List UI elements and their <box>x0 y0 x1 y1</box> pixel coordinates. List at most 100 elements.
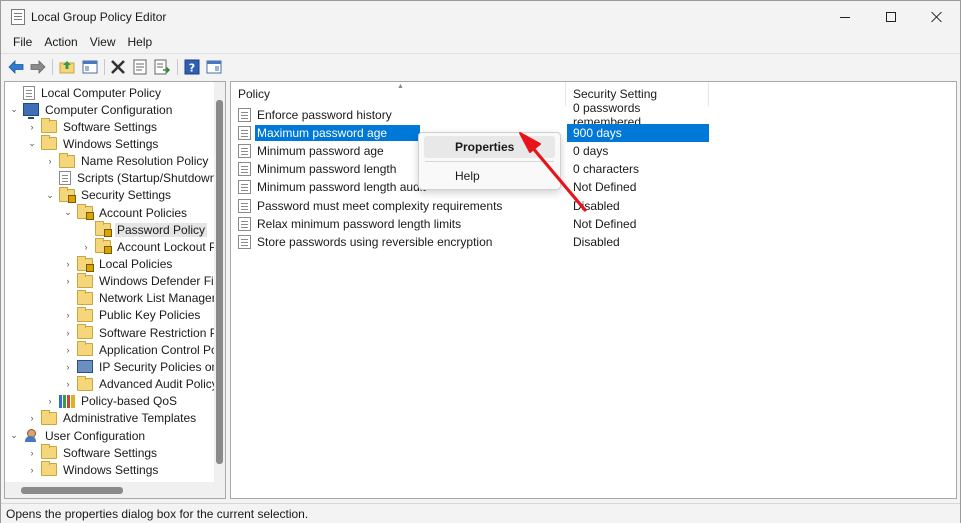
chevron-right-icon[interactable]: › <box>81 242 91 252</box>
tree-administrative-templates[interactable]: › Administrative Templates <box>27 409 198 427</box>
chevron-right-icon[interactable]: › <box>27 122 37 132</box>
svg-text:?: ? <box>189 62 195 75</box>
menu-view[interactable]: View <box>84 33 122 53</box>
maximize-icon <box>886 12 896 22</box>
security-folder-icon <box>95 238 112 255</box>
chevron-right-icon[interactable]: › <box>63 328 73 338</box>
view-pane-icon[interactable] <box>205 58 223 76</box>
export-list-icon[interactable] <box>153 58 171 76</box>
computer-icon <box>23 103 39 120</box>
policy-document-icon <box>238 162 251 177</box>
tree-item-label: Account Lockout P <box>117 239 218 254</box>
chevron-right-icon[interactable]: › <box>63 345 73 355</box>
chevron-down-icon[interactable]: ⌄ <box>45 190 55 201</box>
chevron-right-icon[interactable]: › <box>63 362 73 372</box>
tree-scripts[interactable]: Scripts (Startup/Shutdown <box>45 170 218 187</box>
tree-user-configuration[interactable]: ⌄ User Configuration <box>9 427 147 444</box>
policy-name: Password must meet complexity requiremen… <box>257 198 503 213</box>
tree-user-software-settings[interactable]: › Software Settings <box>27 444 159 461</box>
context-menu-help[interactable]: Help <box>424 165 555 187</box>
tree-windows-defender-firewall[interactable]: › Windows Defender Fir <box>63 272 220 290</box>
security-setting-value: 900 days <box>567 124 709 143</box>
security-setting-value: Not Defined <box>573 216 637 231</box>
forward-arrow-icon[interactable] <box>29 58 47 76</box>
tree-horizontal-scroll-thumb[interactable] <box>21 487 123 494</box>
policy-row[interactable]: Password must meet complexity requiremen… <box>231 197 709 215</box>
chevron-down-icon[interactable]: ⌄ <box>9 430 19 441</box>
folder-icon <box>77 341 93 357</box>
minimize-button[interactable] <box>822 1 868 33</box>
tree-item-label: Local Policies <box>99 257 173 271</box>
chevron-down-icon[interactable]: ⌄ <box>63 207 73 218</box>
chevron-right-icon[interactable]: › <box>63 276 73 286</box>
chevron-down-icon[interactable]: ⌄ <box>27 138 37 149</box>
policy-document-icon <box>238 234 251 249</box>
delete-icon[interactable] <box>109 58 127 76</box>
tree-local-policies[interactable]: › Local Policies <box>63 255 174 273</box>
tree-account-policies[interactable]: ⌄ Account Policies <box>63 204 189 221</box>
folder-icon <box>41 135 57 151</box>
chevron-right-icon[interactable]: › <box>45 396 55 406</box>
tree-computer-configuration[interactable]: ⌄ Computer Configuration <box>9 101 174 120</box>
chevron-down-icon[interactable]: ⌄ <box>9 104 19 115</box>
policy-row[interactable]: Store passwords using reversible encrypt… <box>231 233 709 251</box>
group-policy-editor-window: Local Group Policy Editor File Action Vi… <box>0 0 961 523</box>
close-button[interactable] <box>914 1 960 33</box>
tree-item-label: Administrative Templates <box>63 411 197 426</box>
chevron-right-icon[interactable]: › <box>27 448 37 458</box>
tree-item-label: Password Policy <box>115 222 208 237</box>
tree-item-label: Software Restriction Pc <box>99 325 224 340</box>
tree-password-policy[interactable]: Password Policy <box>81 221 208 238</box>
maximize-button[interactable] <box>868 1 914 33</box>
tree-account-lockout-policy[interactable]: › Account Lockout P <box>81 238 219 255</box>
back-arrow-icon[interactable] <box>7 58 25 76</box>
security-setting-value: 0 characters <box>573 162 640 177</box>
tree-vertical-scroll-thumb[interactable] <box>216 100 223 464</box>
ip-security-icon <box>77 360 93 374</box>
policy-row[interactable]: Enforce password history 0 passwords reme… <box>231 101 709 129</box>
tree-item-label: Policy-based QoS <box>81 394 178 409</box>
tree-local-computer-policy[interactable]: Local Computer Policy <box>9 84 163 101</box>
tree-network-list-manager[interactable]: Network List Manager <box>63 289 218 307</box>
chevron-right-icon[interactable]: › <box>63 259 73 269</box>
app-icon <box>11 9 25 25</box>
tree-windows-settings[interactable]: ⌄ Windows Settings <box>27 135 160 152</box>
chevron-right-icon[interactable]: › <box>63 379 73 389</box>
folder-icon <box>77 375 93 391</box>
chevron-right-icon[interactable]: › <box>45 156 55 166</box>
tree-software-restriction-policies[interactable]: › Software Restriction Pc <box>63 324 225 341</box>
security-setting-value: Not Defined <box>573 180 637 195</box>
help-icon[interactable]: ? <box>183 58 201 76</box>
menu-file[interactable]: File <box>7 33 38 53</box>
security-folder-icon <box>95 221 112 238</box>
tree-public-key-policies[interactable]: › Public Key Policies <box>63 306 202 324</box>
menu-help[interactable]: Help <box>122 33 159 53</box>
tree-name-resolution-policy[interactable]: › Name Resolution Policy <box>45 152 210 170</box>
chevron-right-icon[interactable]: › <box>27 465 37 475</box>
policy-cell: Store passwords using reversible encrypt… <box>238 233 563 251</box>
tree-security-settings[interactable]: ⌄ Security Settings <box>45 186 173 204</box>
chevron-right-icon[interactable]: › <box>63 310 73 320</box>
console-tree[interactable]: Local Computer Policy ⌄ Computer Configura… <box>4 81 226 499</box>
tree-user-windows-settings[interactable]: › Windows Settings <box>27 461 160 478</box>
folder-icon <box>59 152 75 168</box>
tree-ip-security-policies[interactable]: › IP Security Policies on <box>63 358 220 375</box>
tree-advanced-audit-policy[interactable]: › Advanced Audit Policy <box>63 375 220 393</box>
tree-software-settings[interactable]: › Software Settings <box>27 118 159 135</box>
policy-row[interactable]: Relax minimum password length limits Not … <box>231 215 709 233</box>
tree-item-label: Account Policies <box>99 205 188 220</box>
tree-item-label: Windows Settings <box>63 136 159 151</box>
tree-application-control-policies[interactable]: › Application Control Pc <box>63 341 219 358</box>
policy-name: Minimum password length audit <box>257 180 426 195</box>
properties-icon[interactable] <box>131 58 149 76</box>
chevron-right-icon[interactable]: › <box>27 413 37 423</box>
policy-list[interactable]: ▲ Policy Security Setting Enforce passwo… <box>230 81 957 499</box>
show-hide-tree-icon[interactable] <box>81 58 99 76</box>
tree-item-label: Computer Configuration <box>45 102 173 117</box>
context-menu-properties[interactable]: Properties <box>424 136 555 158</box>
tree-policy-based-qos[interactable]: › Policy-based QoS <box>45 393 179 410</box>
menu-action[interactable]: Action <box>38 33 83 53</box>
up-folder-icon[interactable] <box>58 58 76 76</box>
folder-icon <box>77 324 93 340</box>
column-header-policy[interactable]: Policy <box>231 82 566 106</box>
